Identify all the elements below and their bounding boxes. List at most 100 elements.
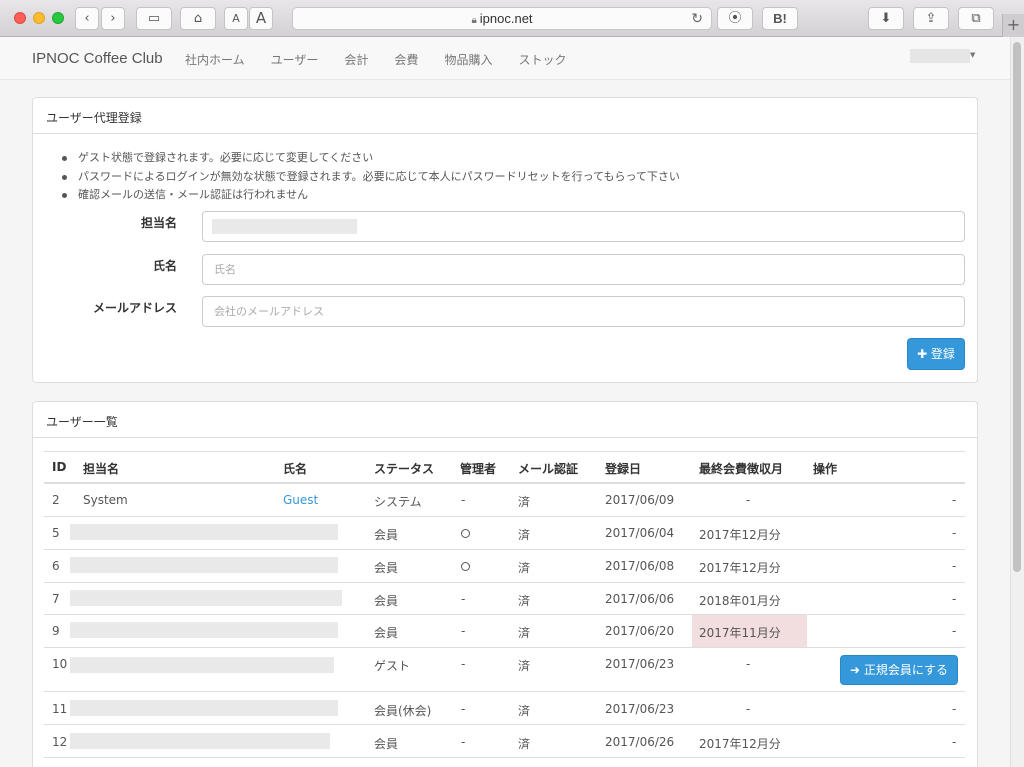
cell-status: 会員 — [374, 594, 399, 608]
cell-mail: 済 — [518, 561, 531, 575]
col-name: 氏名 — [283, 462, 308, 476]
tabs-icon: ⧉ — [971, 11, 981, 26]
redacted-name — [70, 622, 338, 638]
nav-link-purchase[interactable]: 物品購入 — [444, 51, 492, 68]
cell-last-fee: - — [746, 657, 751, 671]
register-notes: ゲスト状態で登録されます。必要に応じて変更してください パスワードによるログイン… — [62, 149, 680, 205]
share-icon: ⇪ — [925, 11, 937, 26]
email-label: メールアドレス — [92, 301, 177, 315]
scrollbar-thumb[interactable] — [1013, 42, 1021, 572]
nav-links: 社内ホーム ユーザー 会計 会費 物品購入 ストック — [185, 51, 592, 68]
cell-date: 2017/06/23 — [605, 657, 675, 671]
rss-icon: ⦿ — [728, 11, 742, 26]
upgrade-member-button[interactable]: ➜ 正規会員にする — [840, 655, 958, 685]
home-button[interactable]: ⌂ — [180, 7, 216, 30]
nav-link-fees[interactable]: 会費 — [394, 51, 418, 68]
cell-admin: - — [461, 624, 466, 638]
cell-last-fee-overdue: 2017年11月分 — [699, 626, 781, 640]
cell-op: - — [952, 592, 957, 606]
cell-admin: - — [461, 702, 466, 716]
cell-name-link[interactable]: Guest — [283, 493, 318, 507]
downloads-button[interactable]: ⬇ — [868, 7, 904, 30]
panel-title: ユーザー一覧 — [33, 402, 977, 438]
tabs-overview-button[interactable]: ⧉ — [958, 7, 994, 30]
email-field[interactable] — [202, 296, 965, 327]
list-item: ゲスト状態で登録されます。必要に応じて変更してください — [62, 149, 680, 168]
nav-link-home[interactable]: 社内ホーム — [185, 51, 245, 68]
panel-title: ユーザー代理登録 — [33, 98, 977, 134]
register-button[interactable]: ✚ 登録 — [907, 338, 965, 370]
cell-id: 9 — [52, 624, 60, 638]
col-mail-verified: メール認証 — [518, 462, 579, 476]
app-navbar: IPNOC Coffee Club 社内ホーム ユーザー 会計 会費 物品購入 … — [0, 37, 1010, 80]
cell-op: - — [952, 526, 957, 540]
cell-mail: 済 — [518, 528, 531, 542]
lock-icon: 🔒︎ — [471, 15, 477, 26]
hatena-bookmark-button[interactable]: B! — [762, 7, 798, 30]
cell-date: 2017/06/06 — [605, 592, 675, 606]
nav-link-stock[interactable]: ストック — [518, 51, 566, 68]
cell-id: 6 — [52, 559, 60, 573]
cell-op: - — [952, 559, 957, 573]
col-id: ID — [52, 460, 67, 474]
cell-date: 2017/06/08 — [605, 559, 675, 573]
sidebar-toggle-button[interactable]: ▭ — [136, 7, 172, 30]
cell-mail: 済 — [518, 626, 531, 640]
cell-mail: 済 — [518, 704, 531, 718]
home-icon: ⌂ — [193, 11, 203, 26]
text-larger-button[interactable]: A — [249, 7, 273, 30]
admin-circle-icon — [461, 529, 470, 538]
cell-id: 5 — [52, 526, 60, 540]
cell-tanto: System — [83, 493, 128, 507]
cell-last-fee: 2017年12月分 — [699, 737, 781, 751]
reload-icon[interactable]: ↻ — [691, 8, 703, 29]
zoom-window-button[interactable] — [52, 12, 64, 24]
cell-id: 7 — [52, 592, 60, 606]
nav-link-accounting[interactable]: 会計 — [344, 51, 368, 68]
cell-admin: - — [461, 657, 466, 671]
caret-down-icon[interactable]: ▼ — [970, 51, 975, 59]
forward-button[interactable]: › — [101, 7, 125, 30]
rss-button[interactable]: ⦿ — [717, 7, 753, 30]
share-button[interactable]: ⇪ — [913, 7, 949, 30]
text-smaller-button[interactable]: A — [224, 7, 248, 30]
cell-status: 会員 — [374, 626, 399, 640]
name-field[interactable] — [202, 254, 965, 285]
cell-mail: 済 — [518, 495, 531, 509]
list-item: 確認メールの送信・メール認証は行われません — [62, 186, 680, 205]
download-icon: ⬇ — [880, 11, 892, 26]
col-registered: 登録日 — [605, 462, 642, 476]
nav-link-users[interactable]: ユーザー — [271, 51, 319, 68]
admin-circle-icon — [461, 562, 470, 571]
new-tab-button[interactable]: + — [1002, 14, 1024, 37]
brand-link[interactable]: IPNOC Coffee Club — [32, 50, 163, 67]
cell-status: 会員 — [374, 528, 399, 542]
name-label: 氏名 — [152, 259, 177, 273]
chevron-right-icon: › — [110, 11, 116, 26]
cell-last-fee: - — [746, 702, 751, 716]
cell-id: 12 — [52, 735, 68, 749]
cell-date: 2017/06/09 — [605, 493, 675, 507]
tanto-label: 担当名 — [140, 216, 177, 230]
address-bar[interactable]: 🔒︎ ipnoc.net ↻ — [292, 7, 712, 30]
cell-mail: 済 — [518, 737, 531, 751]
cell-date: 2017/06/04 — [605, 526, 675, 540]
cell-last-fee: - — [746, 493, 751, 507]
redacted-value — [212, 219, 357, 234]
col-admin: 管理者 — [460, 462, 497, 476]
user-menu-redacted[interactable] — [910, 49, 970, 63]
cell-admin: - — [461, 592, 466, 606]
cell-id: 11 — [52, 702, 68, 716]
redacted-name — [70, 590, 342, 606]
minimize-window-button[interactable] — [33, 12, 45, 24]
redacted-name — [70, 557, 338, 573]
redacted-name — [70, 657, 334, 673]
back-button[interactable]: ‹ — [75, 7, 99, 30]
close-window-button[interactable] — [14, 12, 26, 24]
cell-status: 会員(休会) — [374, 704, 432, 718]
cell-last-fee: 2017年12月分 — [699, 561, 781, 575]
table-row — [44, 484, 965, 517]
cell-date: 2017/06/26 — [605, 735, 675, 749]
cell-op: - — [952, 624, 957, 638]
redacted-name — [70, 700, 338, 716]
